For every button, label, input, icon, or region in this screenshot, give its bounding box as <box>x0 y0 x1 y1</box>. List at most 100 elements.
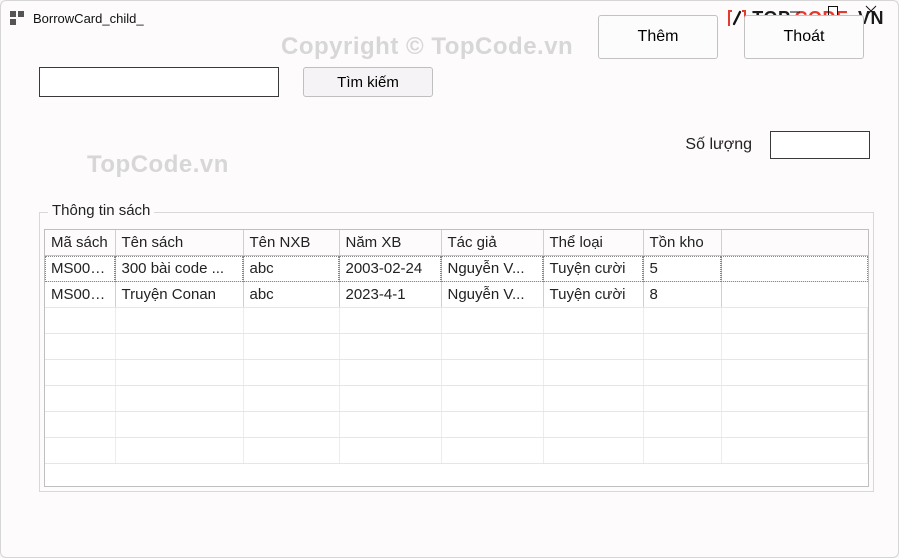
quantity-wrap: Số lượng <box>685 131 870 159</box>
search-row: Tìm kiếm <box>39 67 890 97</box>
cell <box>441 360 543 386</box>
cell <box>339 386 441 412</box>
cell <box>339 308 441 334</box>
cell <box>643 308 721 334</box>
cell[interactable]: MS002 ... <box>45 282 115 308</box>
cell <box>721 308 868 334</box>
add-button[interactable]: Thêm <box>598 15 718 59</box>
cell <box>243 308 339 334</box>
col-ten-sach[interactable]: Tên sách <box>115 230 243 256</box>
cell <box>543 308 643 334</box>
cell <box>543 412 643 438</box>
cell[interactable]: 8 <box>643 282 721 308</box>
cell <box>115 438 243 464</box>
cell[interactable]: 2023-4-1 <box>339 282 441 308</box>
cell <box>543 438 643 464</box>
col-ton-kho[interactable]: Tồn kho <box>643 230 721 256</box>
content-area: Tìm kiếm Số lượng TopCode.vn Thông tin s… <box>1 67 898 97</box>
cell[interactable]: Nguyễn V... <box>441 282 543 308</box>
cell[interactable]: Nguyễn V... <box>441 256 543 282</box>
table-row <box>45 334 868 360</box>
table-row[interactable]: MS001 ...300 bài code ...abc2003-02-24Ng… <box>45 256 868 282</box>
col-nam-xb[interactable]: Năm XB <box>339 230 441 256</box>
table-row <box>45 438 868 464</box>
cell <box>115 308 243 334</box>
cell <box>441 334 543 360</box>
cell <box>115 386 243 412</box>
cell <box>45 360 115 386</box>
cell <box>643 360 721 386</box>
cell <box>45 386 115 412</box>
cell <box>643 334 721 360</box>
col-tac-gia[interactable]: Tác giả <box>441 230 543 256</box>
cell <box>45 334 115 360</box>
table-row <box>45 412 868 438</box>
cell <box>643 412 721 438</box>
cell[interactable]: Tuyện cười <box>543 282 643 308</box>
cell <box>243 412 339 438</box>
watermark-bottom: Copyright © TopCode.vn <box>281 33 573 61</box>
window-frame: BorrowCard_child_ TOPCODE.VN T <box>0 0 899 558</box>
window-title: BorrowCard_child_ <box>33 11 144 26</box>
cell <box>115 412 243 438</box>
search-input[interactable] <box>39 67 279 97</box>
table-row[interactable]: MS002 ...Truyện Conanabc2023-4-1Nguyễn V… <box>45 282 868 308</box>
cell <box>243 438 339 464</box>
cell[interactable]: Tuyện cười <box>543 256 643 282</box>
cell <box>243 334 339 360</box>
cell <box>243 386 339 412</box>
search-button[interactable]: Tìm kiếm <box>303 67 433 97</box>
cell <box>643 438 721 464</box>
table-header-row: Mã sách Tên sách Tên NXB Năm XB Tác giả … <box>45 230 868 256</box>
cell <box>721 412 868 438</box>
cell <box>45 308 115 334</box>
col-ten-nxb[interactable]: Tên NXB <box>243 230 339 256</box>
book-table: Mã sách Tên sách Tên NXB Năm XB Tác giả … <box>45 230 868 464</box>
cell-extra <box>721 256 868 282</box>
col-ma-sach[interactable]: Mã sách <box>45 230 115 256</box>
cell[interactable]: abc <box>243 256 339 282</box>
cell[interactable]: abc <box>243 282 339 308</box>
cell[interactable]: MS001 ... <box>45 256 115 282</box>
groupbox-legend: Thông tin sách <box>48 202 154 219</box>
table-row <box>45 308 868 334</box>
cell <box>721 438 868 464</box>
cell <box>543 386 643 412</box>
book-info-groupbox: Thông tin sách Mã sách Tên sách Tên NXB … <box>39 212 874 492</box>
cell <box>243 360 339 386</box>
cell <box>441 386 543 412</box>
cell[interactable]: 300 bài code ... <box>115 256 243 282</box>
cell <box>441 308 543 334</box>
cell <box>339 360 441 386</box>
cell <box>339 334 441 360</box>
cell <box>643 386 721 412</box>
cell[interactable]: 2003-02-24 <box>339 256 441 282</box>
exit-button[interactable]: Thoát <box>744 15 864 59</box>
cell <box>115 334 243 360</box>
cell <box>339 412 441 438</box>
cell[interactable]: 5 <box>643 256 721 282</box>
cell[interactable]: Truyện Conan <box>115 282 243 308</box>
col-the-loai[interactable]: Thể loại <box>543 230 643 256</box>
cell <box>45 438 115 464</box>
app-icon <box>9 10 25 26</box>
cell <box>721 334 868 360</box>
cell <box>721 360 868 386</box>
footer-buttons: Thêm Thoát <box>598 15 864 59</box>
cell <box>115 360 243 386</box>
cell <box>441 438 543 464</box>
col-extra <box>721 230 868 256</box>
cell-extra <box>721 282 868 308</box>
cell <box>543 334 643 360</box>
quantity-input[interactable] <box>770 131 870 159</box>
cell <box>721 386 868 412</box>
cell <box>45 412 115 438</box>
watermark-top: TopCode.vn <box>87 151 229 179</box>
quantity-label: Số lượng <box>685 136 752 154</box>
table-row <box>45 360 868 386</box>
cell <box>543 360 643 386</box>
book-grid[interactable]: Mã sách Tên sách Tên NXB Năm XB Tác giả … <box>44 229 869 487</box>
cell <box>441 412 543 438</box>
table-row <box>45 386 868 412</box>
cell <box>339 438 441 464</box>
